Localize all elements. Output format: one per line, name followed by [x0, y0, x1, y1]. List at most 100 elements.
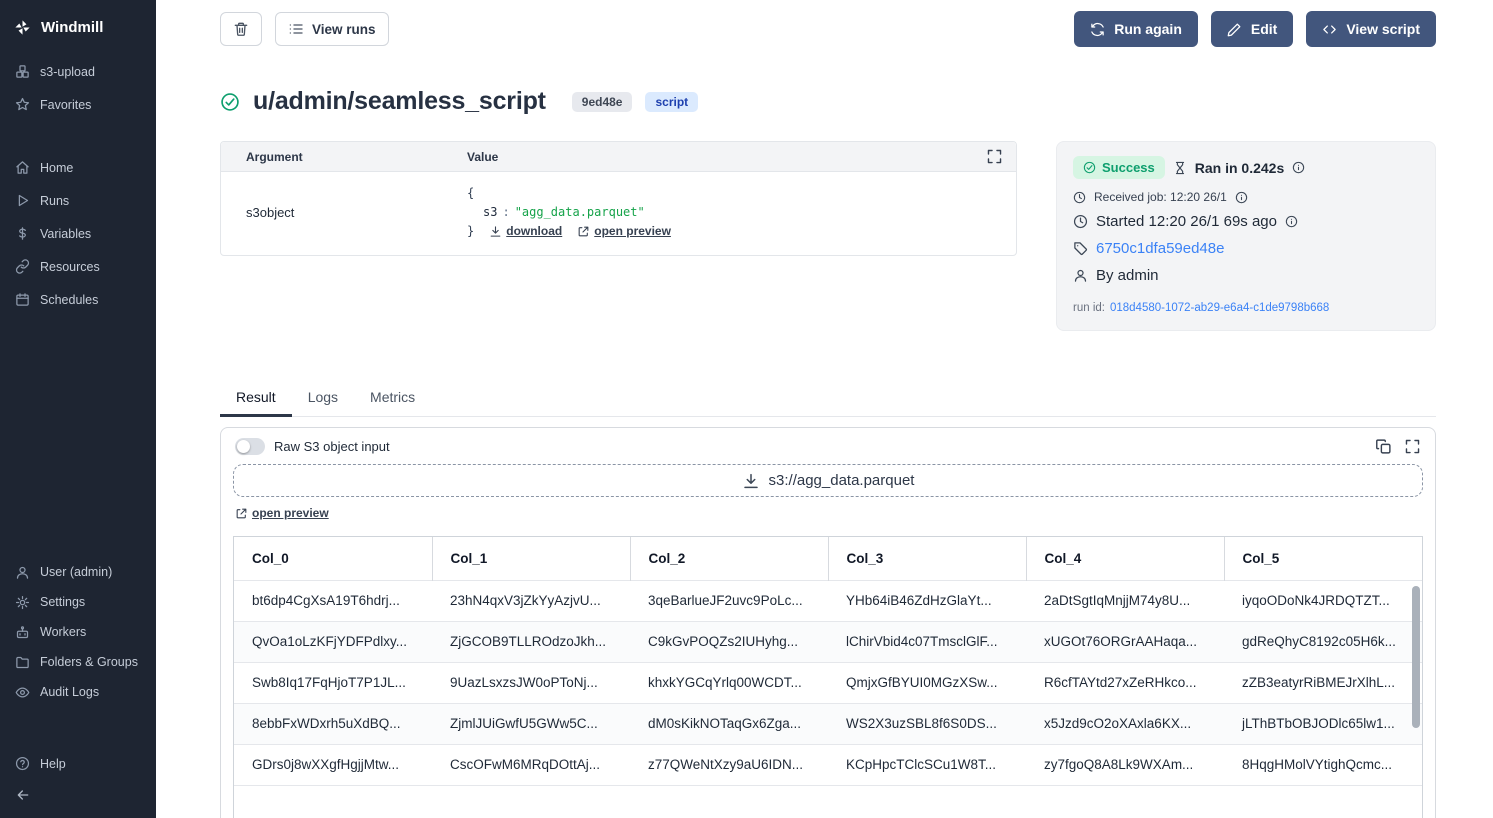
json-close-brace: }: [467, 222, 474, 241]
view-script-button[interactable]: View script: [1306, 11, 1436, 47]
view-runs-button[interactable]: View runs: [275, 12, 389, 46]
sidebar-item-audit-logs[interactable]: Audit Logs: [0, 677, 156, 707]
table-cell: 9UazLsxzsJW0oPToNj...: [432, 662, 630, 703]
main-content: View runs Run again Edit View script: [156, 0, 1493, 818]
column-header: Col_4: [1026, 537, 1224, 581]
job-hash-link[interactable]: 6750c1dfa59ed48e: [1096, 240, 1224, 257]
column-header: Col_0: [234, 537, 432, 581]
edit-label: Edit: [1251, 21, 1277, 37]
toolbar: View runs Run again Edit View script: [220, 11, 1436, 47]
started-row: Started 12:20 26/1 69s ago: [1073, 213, 1419, 230]
sidebar-item-help[interactable]: Help: [0, 747, 156, 780]
run-again-label: Run again: [1114, 21, 1182, 37]
arguments-card: Argument Value s3object { s3:"agg_data.p…: [220, 141, 1017, 256]
result-open-preview-link[interactable]: open preview: [235, 506, 329, 520]
toolbar-left: View runs: [220, 12, 389, 46]
download-link[interactable]: download: [489, 222, 562, 241]
run-id-label: run id:: [1073, 302, 1105, 314]
run-again-button[interactable]: Run again: [1074, 11, 1198, 47]
run-id-row: run id: 018d4580-1072-ab29-e6a4-c1de9798…: [1073, 302, 1419, 314]
clock-icon: [1073, 191, 1086, 204]
title-row: u/admin/seamless_script 9ed48e script: [220, 87, 1436, 116]
status-badge-label: Success: [1102, 160, 1155, 175]
info-icon[interactable]: [1285, 215, 1298, 228]
arguments-row: s3object { s3:"agg_data.parquet" }: [221, 172, 1016, 255]
code-icon: [1322, 22, 1337, 37]
sidebar-item-favorites[interactable]: Favorites: [0, 88, 156, 121]
eye-icon: [15, 685, 30, 700]
sidebar-collapse-button[interactable]: [0, 780, 156, 810]
table-cell: 8ebbFxWDxrh5uXdBQ...: [234, 703, 432, 744]
workers-label: Workers: [40, 625, 86, 639]
sidebar-item-user[interactable]: User (admin): [0, 557, 156, 587]
table-row: bt6dp4CgXsA19T6hdrj... 23hN4qxV3jZkYyAzj…: [234, 580, 1422, 621]
play-icon: [15, 193, 30, 208]
sidebar-item-variables[interactable]: Variables: [0, 217, 156, 250]
table-cell: lChirVbid4c07TmsclGlF...: [828, 621, 1026, 662]
expand-result-button[interactable]: [1404, 438, 1421, 455]
run-author-row: By admin: [1073, 267, 1419, 284]
received-job-row: Received job: 12:20 26/1: [1073, 190, 1419, 204]
audit-logs-label: Audit Logs: [40, 685, 99, 699]
maximize-icon: [986, 148, 1003, 165]
table-row: Swb8Iq17FqHjoT7P1JL... 9UazLsxzsJW0oPToN…: [234, 662, 1422, 703]
sidebar-item-resources[interactable]: Resources: [0, 250, 156, 283]
table-cell: zZB3eatyrRiBMEJrXlhL...: [1224, 662, 1422, 703]
sidebar-item-workspace[interactable]: s3-upload: [0, 55, 156, 88]
info-icon[interactable]: [1235, 191, 1248, 204]
copy-result-button[interactable]: [1375, 438, 1392, 455]
delete-run-button[interactable]: [220, 12, 262, 46]
settings-label: Settings: [40, 595, 85, 609]
column-header: Col_5: [1224, 537, 1422, 581]
raw-s3-toggle-label: Raw S3 object input: [274, 439, 390, 454]
run-author: By admin: [1096, 267, 1159, 284]
download-icon: [742, 472, 760, 490]
table-cell: xUGOt76ORGrAAHaqa...: [1026, 621, 1224, 662]
table-cell: WS2X3uzSBL8f6S0DS...: [828, 703, 1026, 744]
s3-file-download-button[interactable]: s3://agg_data.parquet: [233, 464, 1423, 497]
maximize-icon: [1404, 438, 1421, 455]
arrow-left-icon: [15, 787, 31, 803]
table-cell: CscOFwM6MRqDOttAj...: [432, 744, 630, 785]
table-scrollbar[interactable]: [1412, 586, 1420, 728]
sidebar: Windmill s3-upload Favorites Home Runs V…: [0, 0, 156, 818]
argument-value: { s3:"agg_data.parquet" } download: [467, 184, 1016, 242]
brand[interactable]: Windmill: [0, 14, 156, 55]
tab-metrics[interactable]: Metrics: [354, 383, 431, 416]
info-icon[interactable]: [1292, 161, 1305, 174]
sidebar-item-runs[interactable]: Runs: [0, 184, 156, 217]
sidebar-item-settings[interactable]: Settings: [0, 587, 156, 617]
hourglass-icon: [1173, 161, 1187, 175]
raw-s3-toggle[interactable]: [235, 438, 265, 455]
open-preview-link[interactable]: open preview: [577, 222, 671, 241]
success-check-circle-icon: [220, 92, 240, 112]
table-cell: QvOa1oLzKFjYDFPdlxy...: [234, 621, 432, 662]
edit-button[interactable]: Edit: [1211, 11, 1293, 47]
tab-logs[interactable]: Logs: [292, 383, 354, 416]
pencil-icon: [1227, 22, 1242, 37]
tab-result[interactable]: Result: [220, 383, 292, 417]
version-hash-badge: 9ed48e: [572, 92, 633, 112]
sidebar-item-workers[interactable]: Workers: [0, 617, 156, 647]
table-cell: ZjGCOB9TLLROdzoJkh...: [432, 621, 630, 662]
view-runs-label: View runs: [312, 22, 376, 37]
table-cell: KCpHpcTClcSCu1W8T...: [828, 744, 1026, 785]
sidebar-item-home[interactable]: Home: [0, 151, 156, 184]
home-label: Home: [40, 161, 73, 175]
view-script-label: View script: [1346, 21, 1420, 37]
table-row: 8ebbFxWDxrh5uXdBQ... ZjmlJUiGwfU5GWw5C..…: [234, 703, 1422, 744]
table-cell: 2aDtSgtIqMnjjM74y8U...: [1026, 580, 1224, 621]
run-id-link[interactable]: 018d4580-1072-ab29-e6a4-c1de9798b668: [1110, 302, 1329, 314]
folders-groups-label: Folders & Groups: [40, 655, 138, 669]
status-summary-row: Success Ran in 0.242s: [1073, 156, 1419, 179]
run-duration: Ran in 0.242s: [1195, 160, 1285, 176]
expand-arguments-button[interactable]: [973, 148, 1016, 165]
s3-file-path: s3://agg_data.parquet: [769, 472, 915, 489]
sidebar-item-folders-groups[interactable]: Folders & Groups: [0, 647, 156, 677]
open-preview-label: open preview: [594, 222, 671, 241]
user-icon: [1073, 268, 1088, 283]
table-header-row: Col_0 Col_1 Col_2 Col_3 Col_4 Col_5: [234, 537, 1422, 581]
table-cell: 3qeBarlueJF2uvc9PoLc...: [630, 580, 828, 621]
started-time: Started 12:20 26/1 69s ago: [1096, 213, 1277, 230]
sidebar-item-schedules[interactable]: Schedules: [0, 283, 156, 316]
